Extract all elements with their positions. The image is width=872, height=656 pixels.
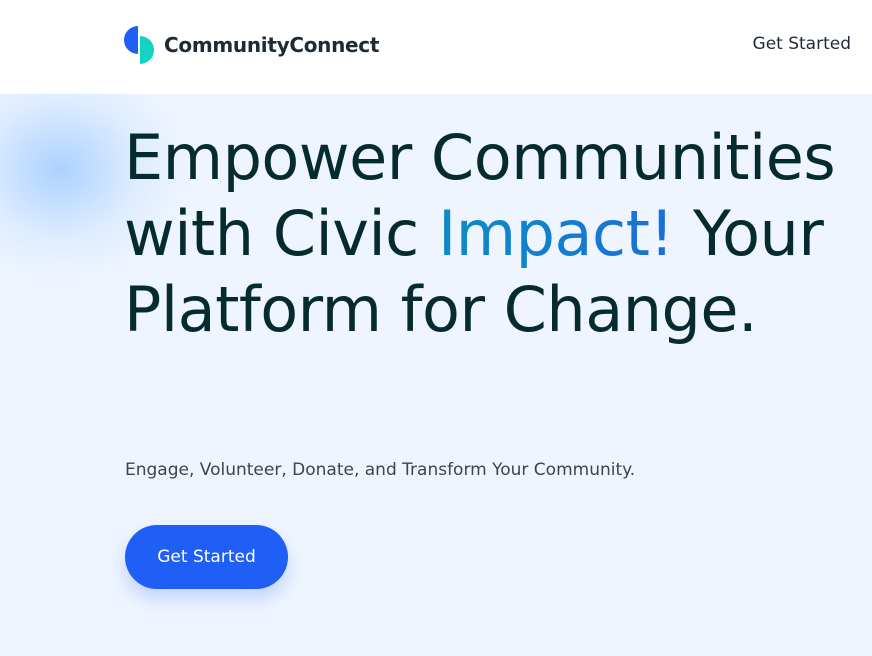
site-header: CommunityConnect Get Started — [0, 0, 872, 94]
brand-name: CommunityConnect — [164, 33, 380, 57]
get-started-button[interactable]: Get Started — [125, 525, 288, 589]
hero-section: Empower Communities with Civic Impact! Y… — [0, 94, 872, 656]
headline-accent: Impact! — [437, 197, 674, 270]
hero-headline: Empower Communities with Civic Impact! Y… — [124, 120, 864, 348]
hero-subline: Engage, Volunteer, Donate, and Transform… — [125, 460, 636, 480]
brand-logo[interactable]: CommunityConnect — [124, 24, 379, 66]
logo-icon — [124, 24, 156, 66]
nav-get-started-link[interactable]: Get Started — [753, 34, 851, 54]
